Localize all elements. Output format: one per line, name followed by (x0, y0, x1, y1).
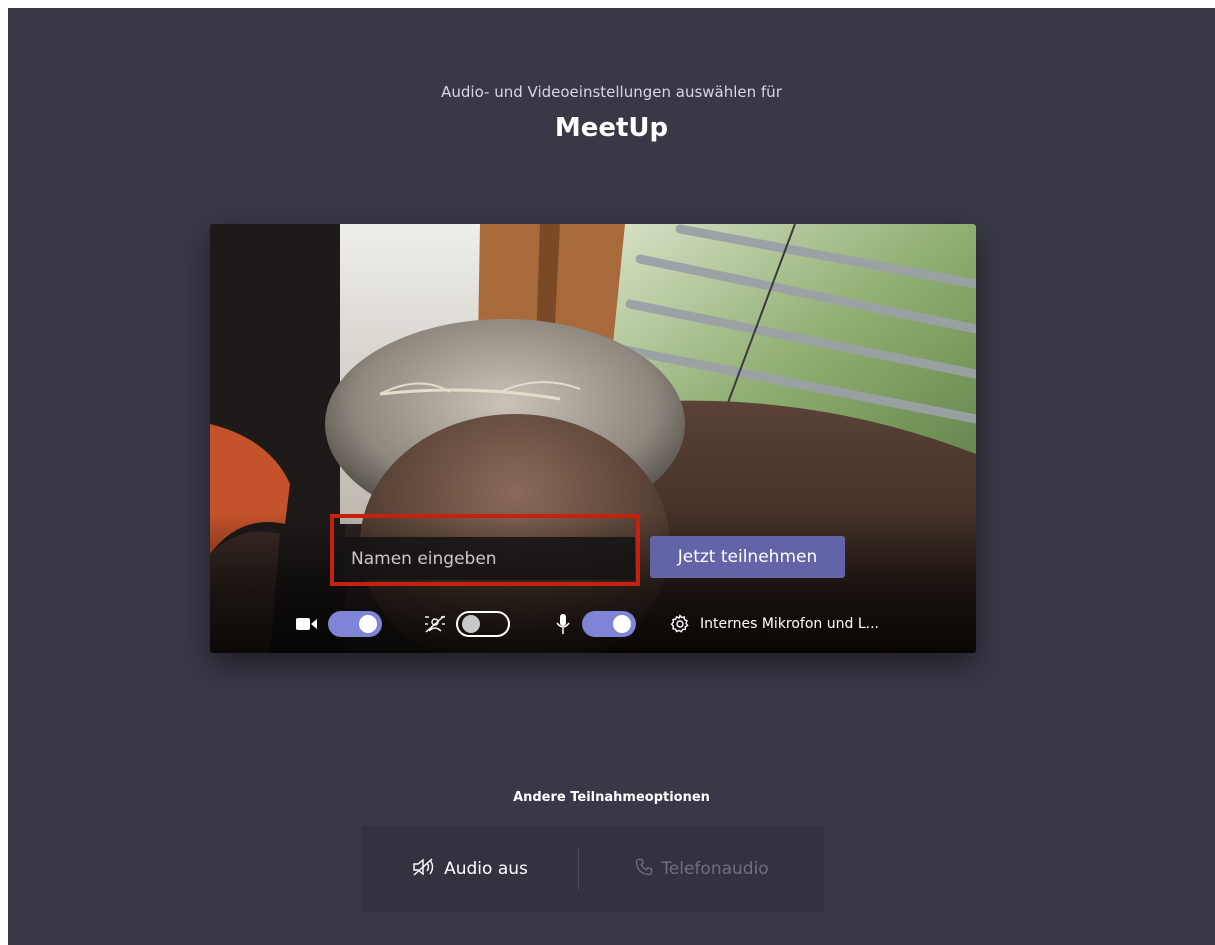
audio-off-button[interactable]: Audio aus (362, 826, 578, 912)
video-preview: Jetzt teilnehmen (210, 224, 976, 653)
page-subtitle: Audio- und Videoeinstellungen auswählen … (441, 83, 782, 101)
pre-join-screen: Audio- und Videoeinstellungen auswählen … (8, 8, 1215, 945)
blur-control (424, 606, 510, 642)
phone-audio-button[interactable]: Telefonaudio (580, 826, 824, 912)
meeting-title: MeetUp (554, 113, 669, 143)
camera-icon (296, 617, 318, 631)
device-settings-label: Internes Mikrofon und L... (700, 616, 879, 632)
options-divider (578, 848, 579, 890)
microphone-icon (556, 613, 570, 635)
phone-audio-label: Telefonaudio (661, 859, 769, 879)
microphone-toggle[interactable] (582, 611, 636, 637)
phone-icon (635, 858, 661, 881)
microphone-control (556, 606, 636, 642)
device-settings-button[interactable]: Internes Mikrofon und L... (670, 606, 879, 642)
blur-icon (424, 614, 446, 634)
speaker-off-icon (412, 857, 444, 882)
camera-toggle[interactable] (328, 611, 382, 637)
other-options-panel: Audio aus Telefonaudio (362, 826, 824, 912)
blur-toggle[interactable] (456, 611, 510, 637)
join-now-button[interactable]: Jetzt teilnehmen (650, 536, 845, 578)
preview-controls: Internes Mikrofon und L... (210, 606, 976, 642)
gear-icon (670, 614, 690, 634)
audio-off-label: Audio aus (444, 859, 528, 879)
camera-control (296, 606, 382, 642)
other-options-title: Andere Teilnahmeoptionen (513, 790, 710, 805)
name-input[interactable] (337, 537, 635, 580)
